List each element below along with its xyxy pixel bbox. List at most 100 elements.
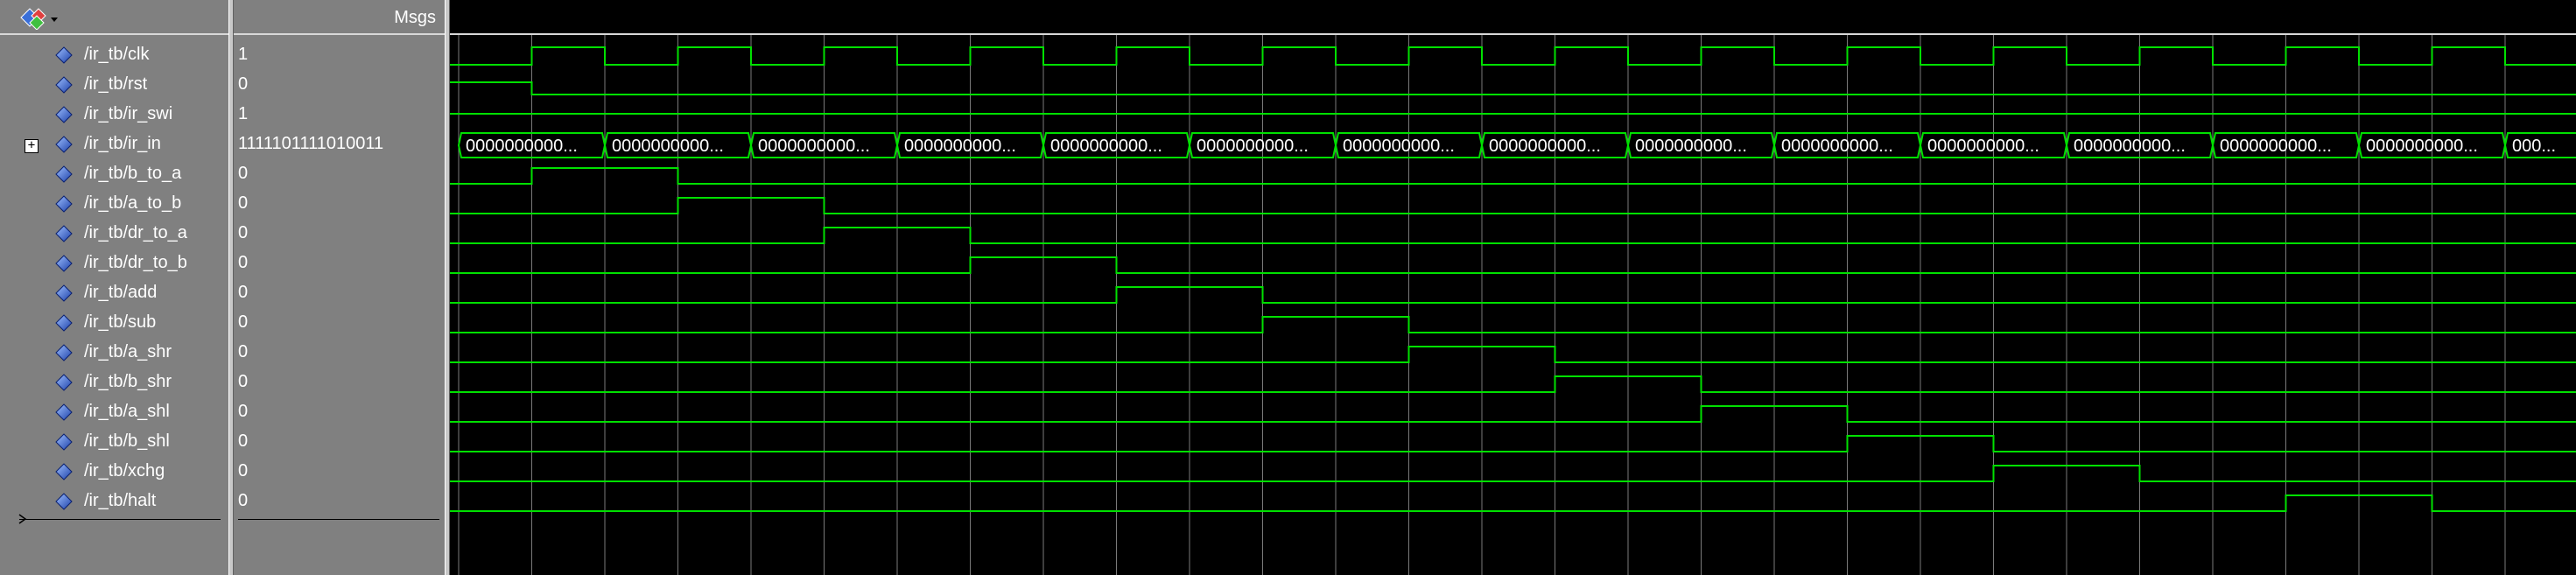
value-row: 0 — [234, 428, 445, 458]
bus-value-label: 0000000000... — [612, 137, 724, 156]
values-pane: Msgs 1 0 1 1111101111010011 0 0 0 0 0 0 0 0 0 0 0 0 — [234, 0, 445, 575]
values-header: Msgs — [234, 0, 445, 35]
bus-value-label: 0000000000... — [1343, 137, 1455, 156]
signal-value: 0 — [238, 193, 249, 213]
control-waveform — [450, 167, 2576, 185]
signal-value: 0 — [238, 461, 249, 480]
signal-row[interactable]: /ir_tb/rst — [0, 71, 228, 101]
wave-window: /ir_tb/clk/ir_tb/rst/ir_tb/ir_swi + /ir_tb… — [0, 0, 2576, 575]
signal-row[interactable]: /ir_tb/a_to_b — [0, 190, 228, 220]
bus-value-label: 0000000000... — [2366, 137, 2478, 156]
signal-row[interactable]: /ir_tb/ir_swi — [0, 101, 228, 130]
blue-diamond-icon — [55, 433, 73, 451]
signal-row[interactable]: /ir_tb/a_shl — [0, 398, 228, 428]
blue-diamond-icon — [55, 344, 73, 361]
waveform-canvas[interactable]: 0000000000... 0000000000... 0000000000... 0… — [450, 35, 2576, 575]
signal-row[interactable]: /ir_tb/a_shr — [0, 339, 228, 368]
names-bottom-rule — [19, 519, 221, 520]
signal-name: /ir_tb/ir_swi — [84, 104, 173, 123]
signal-value: 1 — [238, 45, 249, 64]
signal-name: /ir_tb/b_to_a — [84, 164, 182, 183]
signal-name: /ir_tb/rst — [84, 74, 148, 94]
rst-waveform — [450, 81, 2576, 95]
wave-header — [450, 0, 2576, 35]
signal-name: /ir_tb/sub — [84, 312, 157, 332]
control-waveform — [450, 286, 2576, 304]
signal-row[interactable]: /ir_tb/xchg — [0, 458, 228, 487]
signal-name: /ir_tb/add — [84, 283, 158, 302]
signal-name: /ir_tb/a_shl — [84, 402, 170, 421]
value-row: 0 — [234, 398, 445, 428]
value-row: 1 — [234, 101, 445, 130]
control-waveform — [450, 197, 2576, 214]
control-waveform — [450, 435, 2576, 452]
value-row: 0 — [234, 71, 445, 101]
control-waveform — [450, 346, 2576, 363]
bus-value-label: 0000000000... — [466, 137, 578, 156]
bus-value-label: 0000000000... — [1635, 137, 1747, 156]
blue-diamond-icon — [55, 225, 73, 242]
blue-diamond-icon — [55, 403, 73, 421]
signal-row[interactable]: /ir_tb/clk — [0, 41, 228, 71]
signal-row[interactable]: /ir_tb/dr_to_b — [0, 249, 228, 279]
blue-diamond-icon — [55, 136, 73, 153]
signal-value: 0 — [238, 223, 249, 242]
signal-name: /ir_tb/dr_to_a — [84, 223, 187, 242]
signal-value: 0 — [238, 431, 249, 451]
signal-value: 0 — [238, 253, 249, 272]
signal-row[interactable]: + /ir_tb/ir_in — [0, 130, 228, 160]
signal-row[interactable]: /ir_tb/add — [0, 279, 228, 309]
bus-value-label: 0000000000... — [904, 137, 1016, 156]
value-row: 1 — [234, 41, 445, 71]
blue-diamond-icon — [55, 195, 73, 213]
bus-value-label: 0000000000... — [1781, 137, 1893, 156]
control-waveform — [450, 465, 2576, 482]
bus-value-label: 0000000000... — [1197, 137, 1309, 156]
bus-value-label: 0000000000... — [1050, 137, 1162, 156]
names-header — [0, 0, 228, 35]
blue-diamond-icon — [55, 46, 73, 64]
control-waveform — [450, 316, 2576, 333]
signal-value: 1111101111010011 — [238, 134, 384, 153]
clk-waveform — [450, 46, 2576, 66]
signal-row[interactable]: /ir_tb/b_shl — [0, 428, 228, 458]
signal-name: /ir_tb/dr_to_b — [84, 253, 187, 272]
blue-diamond-icon — [55, 76, 73, 94]
value-row: 0 — [234, 160, 445, 190]
value-row: 0 — [234, 487, 445, 517]
control-waveform — [450, 405, 2576, 423]
signal-value: 0 — [238, 74, 249, 94]
blue-diamond-icon — [55, 463, 73, 480]
blue-diamond-icon — [55, 374, 73, 391]
signal-row[interactable]: /ir_tb/dr_to_a — [0, 220, 228, 249]
signal-row[interactable]: /ir_tb/b_to_a — [0, 160, 228, 190]
blue-diamond-icon — [55, 165, 73, 183]
signal-row[interactable]: /ir_tb/halt — [0, 487, 228, 517]
signal-row[interactable]: /ir_tb/b_shr — [0, 368, 228, 398]
value-row: 0 — [234, 279, 445, 309]
signal-value: 0 — [238, 402, 249, 421]
bus-value-label: 0000000000... — [1927, 137, 2039, 156]
signal-name: /ir_tb/b_shr — [84, 372, 172, 391]
control-waveform — [450, 227, 2576, 244]
value-row: 0 — [234, 249, 445, 279]
value-row: 0 — [234, 368, 445, 398]
signal-name: /ir_tb/halt — [84, 491, 157, 510]
msgs-label: Msgs — [394, 8, 436, 27]
blue-diamond-icon — [55, 255, 73, 272]
signal-row[interactable]: /ir_tb/sub — [0, 309, 228, 339]
value-row: 0 — [234, 458, 445, 487]
signal-value: 1 — [238, 104, 249, 123]
waveform-pane[interactable]: 0000000000... 0000000000... 0000000000... 0… — [450, 0, 2576, 575]
bus-value-label: 0000000000... — [2074, 137, 2186, 156]
control-waveform — [450, 494, 2576, 512]
value-row: 0 — [234, 339, 445, 368]
signal-value: 0 — [238, 491, 249, 510]
value-row: 0 — [234, 220, 445, 249]
wave-toolbar-icon — [20, 8, 58, 31]
wave-toolbar-button[interactable] — [18, 5, 61, 31]
blue-diamond-icon — [55, 284, 73, 302]
signal-value: 0 — [238, 312, 249, 332]
bus-value-label: 0000000000... — [2220, 137, 2332, 156]
expand-icon[interactable]: + — [25, 139, 39, 153]
